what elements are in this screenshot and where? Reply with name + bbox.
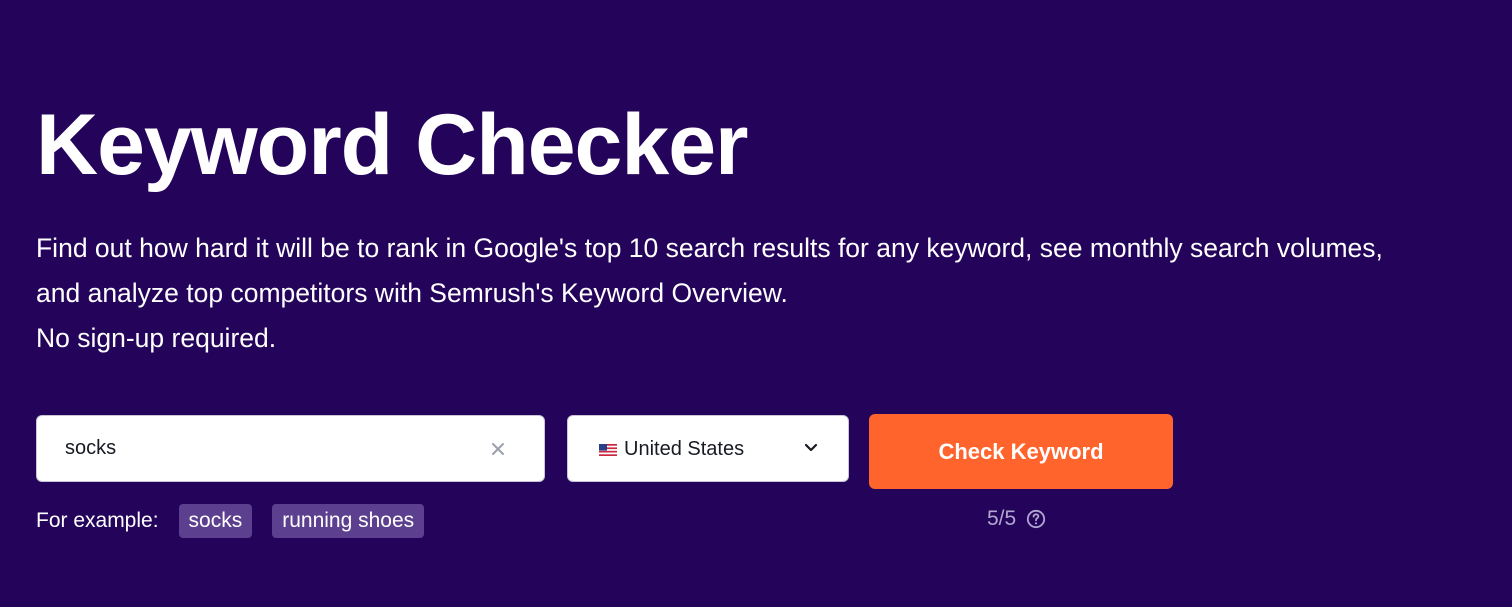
question-circle-icon[interactable]	[1026, 509, 1046, 529]
country-select[interactable]: United States	[567, 415, 849, 482]
check-keyword-button[interactable]: Check Keyword	[869, 414, 1173, 489]
page-description: Find out how hard it will be to rank in …	[36, 226, 1486, 361]
example-chip-socks[interactable]: socks	[178, 504, 253, 538]
limit-counter: 5/5	[987, 506, 1046, 532]
example-keywords: For example: socks running shoes	[36, 504, 444, 538]
close-icon[interactable]	[488, 439, 508, 459]
limit-counter-text: 5/5	[987, 507, 1017, 530]
description-line: and analyze top competitors with Semrush…	[36, 278, 788, 308]
us-flag-icon	[599, 444, 617, 456]
country-select-value: United States	[624, 438, 745, 460]
examples-label: For example:	[36, 509, 159, 532]
chevron-down-icon	[804, 443, 818, 452]
keyword-search-field	[36, 415, 545, 482]
keyword-input[interactable]	[37, 416, 477, 481]
page-title: Keyword Checker	[36, 97, 749, 193]
example-chip-running-shoes[interactable]: running shoes	[272, 504, 425, 538]
description-line: No sign-up required.	[36, 323, 277, 353]
description-line: Find out how hard it will be to rank in …	[36, 233, 1383, 263]
